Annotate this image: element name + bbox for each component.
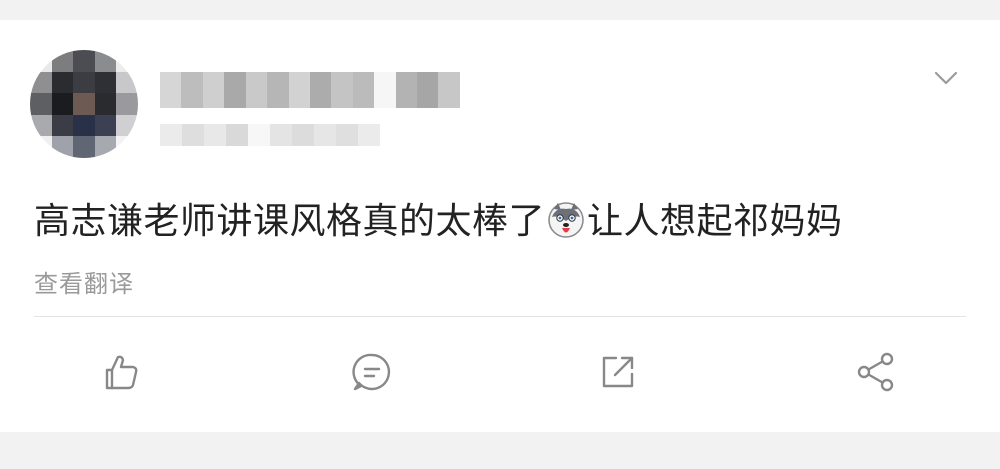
husky-face-emoji (548, 202, 584, 238)
like-button[interactable] (97, 348, 145, 396)
username-blurred[interactable] (160, 72, 460, 108)
avatar[interactable] (30, 50, 138, 158)
comment-button[interactable] (348, 348, 396, 396)
divider (34, 316, 966, 317)
post-text-part-2: 让人想起祁妈妈 (587, 201, 843, 242)
post-meta-blurred (160, 124, 380, 146)
share-icon (857, 352, 894, 392)
translate-link[interactable]: 查看翻译 (34, 264, 134, 299)
post-card: 高志谦老师讲课风格真的太棒了 让人想起祁妈妈 查看翻译 (0, 20, 1000, 432)
repost-icon (602, 356, 634, 388)
post-text: 高志谦老师讲课风格真的太棒了 让人想起祁妈妈 (34, 192, 843, 244)
feed-separator (0, 432, 1000, 469)
post-text-part-1: 高志谦老师讲课风格真的太棒了 (34, 201, 546, 242)
repost-button[interactable] (594, 348, 642, 396)
chevron-down-icon[interactable] (932, 64, 960, 92)
thumbs-up-icon (105, 355, 138, 390)
comment-icon (352, 353, 391, 391)
share-button[interactable] (852, 348, 900, 396)
